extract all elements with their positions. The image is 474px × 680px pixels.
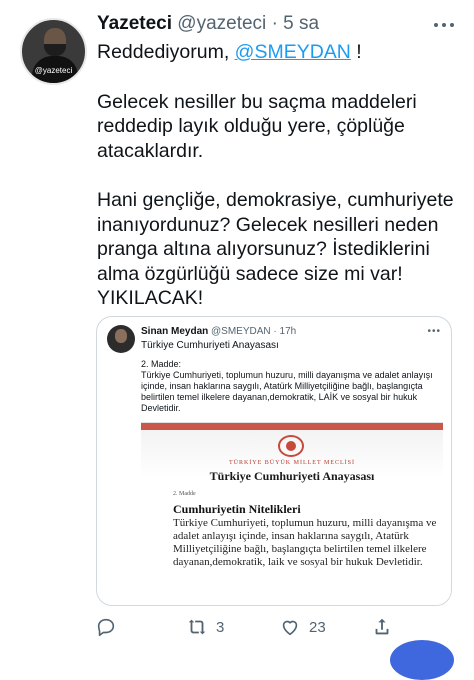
document-article-number: 2. Madde	[173, 491, 196, 497]
tweet-line-1-suffix: !	[350, 41, 362, 63]
compose-button[interactable]	[390, 640, 454, 680]
quoted-author-handle: @SMEYDAN	[211, 326, 271, 337]
quoted-avatar	[107, 325, 135, 353]
header-separator: ·	[271, 13, 278, 34]
tweet-actions: 3 23	[0, 612, 474, 642]
parliament-seal-icon	[278, 435, 304, 457]
quoted-body: 2. Madde: Türkiye Cumhuriyeti, toplumun …	[141, 359, 441, 414]
quoted-body-line-1: 2. Madde:	[141, 359, 182, 369]
quoted-body-line-2: Türkiye Cumhuriyeti, toplumun huzuru, mi…	[141, 370, 433, 413]
tweet-time[interactable]: 5 sa	[283, 13, 319, 34]
like-button[interactable]: 23	[279, 616, 326, 638]
quoted-author-name: Sinan Meydan	[141, 326, 209, 337]
retweet-icon	[188, 619, 206, 635]
document-heading: Cumhuriyetin Nitelikleri	[173, 502, 301, 516]
quoted-header: Sinan Meydan @SMEYDAN · 17h	[141, 326, 296, 337]
author-name[interactable]: Yazeteci	[97, 13, 172, 34]
quoted-tweet[interactable]: Sinan Meydan @SMEYDAN · 17h ••• Türkiye …	[96, 316, 452, 606]
share-icon	[375, 618, 389, 635]
tweet-line-1-prefix: Reddediyorum,	[97, 41, 235, 63]
reply-icon	[97, 618, 115, 637]
share-button[interactable]	[371, 616, 393, 638]
retweet-count: 3	[216, 618, 225, 636]
quoted-subtitle: Türkiye Cumhuriyeti Anayasası	[141, 340, 279, 351]
author-handle[interactable]: @yazeteci	[177, 13, 266, 34]
tweet-text: Reddediyorum, @SMEYDAN ! Gelecek nesille…	[97, 40, 457, 311]
document-title: Türkiye Cumhuriyeti Anayasası	[209, 469, 375, 483]
heart-icon	[282, 620, 298, 636]
document-text: Türkiye Cumhuriyeti, toplumun huzuru, mi…	[173, 517, 437, 568]
quoted-document-image[interactable]: TÜRKİYE BÜYÜK MİLLET MECLİSİ Türkiye Cum…	[141, 422, 443, 605]
quoted-more-icon: •••	[427, 326, 441, 337]
document-header-bar	[141, 423, 443, 430]
tweet-line-1: Reddediyorum, @SMEYDAN !	[97, 40, 457, 65]
tweet-paragraph-2: Gelecek nesiller bu saçma maddeleri redd…	[97, 90, 417, 162]
tweet-paragraph-3: Hani gençliğe, demokrasiye, cumhuriyete …	[97, 189, 454, 309]
avatar-tag: @yazeteci	[34, 66, 73, 75]
author-avatar[interactable]: @yazeteci	[20, 18, 87, 85]
avatar-figure-beard	[44, 44, 66, 56]
tweet-header: Yazeteci @yazeteci · 5 sa	[97, 12, 319, 36]
mention-link[interactable]: @SMEYDAN	[235, 41, 351, 63]
quoted-time: · 17h	[273, 326, 297, 337]
retweet-button[interactable]: 3	[186, 616, 224, 638]
like-count: 23	[309, 618, 326, 636]
more-options-icon[interactable]	[432, 14, 456, 32]
document-institution: TÜRKİYE BÜYÜK MİLLET MECLİSİ	[228, 460, 356, 466]
reply-button[interactable]	[95, 616, 117, 638]
